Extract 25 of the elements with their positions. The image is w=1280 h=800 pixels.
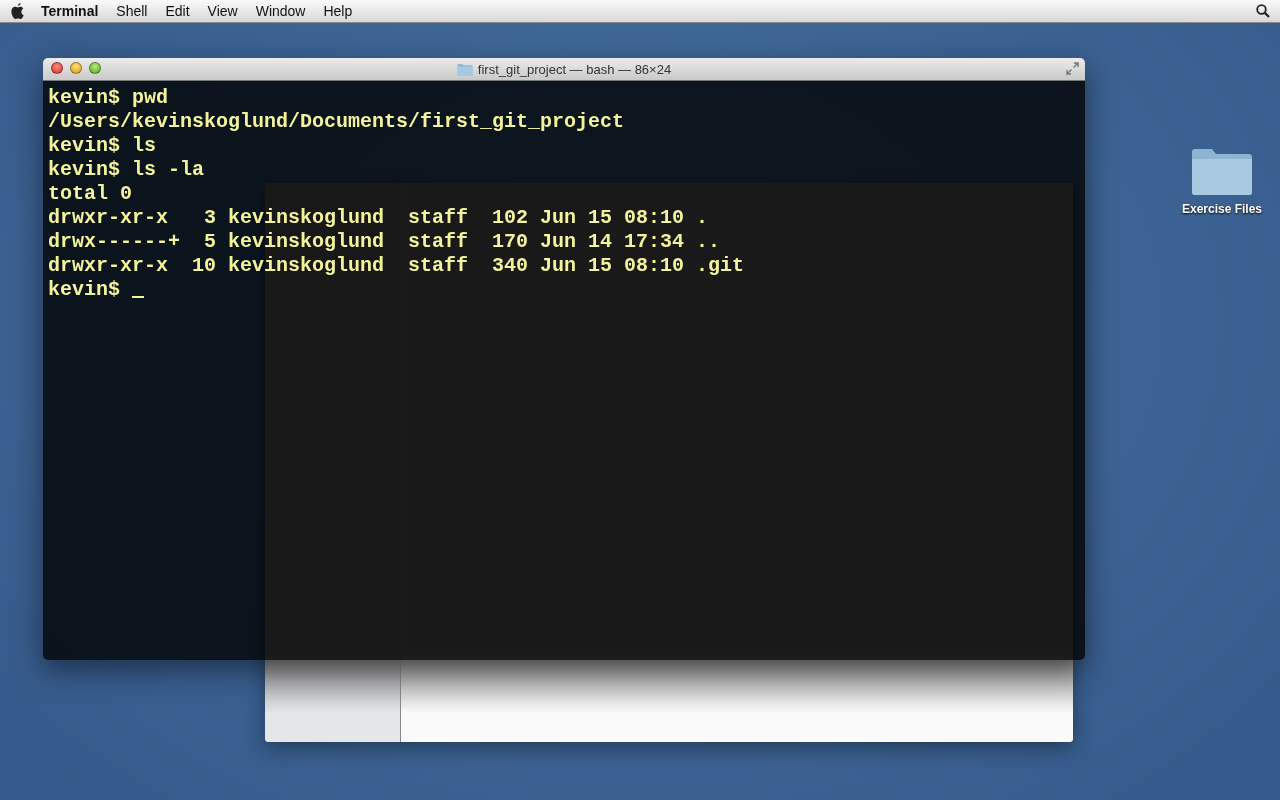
icon-label[interactable]: Exercise Files [1181, 202, 1263, 216]
menu-item[interactable]: Window [246, 3, 315, 19]
terminal-line: kevin$ [48, 278, 121, 302]
menu-item[interactable]: View [198, 3, 247, 19]
zoom-button[interactable] [89, 62, 101, 74]
terminal-line: kevin$ ls [48, 134, 157, 158]
close-button[interactable] [51, 62, 63, 74]
terminal-line: kevin$ pwd [48, 86, 169, 110]
fullscreen-icon[interactable] [1066, 62, 1079, 75]
window-title: first_git_project — bash — 86×24 [477, 61, 672, 77]
terminal-line: drwx------+ 5 kevinskoglund staff 170 Jun 14 17:34 .. [48, 230, 721, 254]
folder-icon [456, 62, 473, 76]
terminal-line: drwxr-xr-x 10 kevinskoglund staff 340 Jun 15 08:10 .git [48, 254, 745, 278]
search-icon[interactable] [1256, 4, 1270, 18]
minimize-button[interactable] [70, 62, 82, 74]
terminal-line: total 0 [48, 182, 132, 206]
menu-item[interactable]: Terminal [32, 3, 108, 19]
folder-icon [1190, 146, 1254, 196]
terminal-line: /Users/kevinskoglund/Documents/first_git_project [48, 110, 625, 134]
menu-item[interactable]: Edit [156, 3, 199, 19]
terminal-line: drwxr-xr-x 3 kevinskoglund staff 102 Jun 15 08:10 . [48, 206, 709, 230]
menu-item[interactable]: Help [314, 3, 362, 19]
terminal-line: kevin$ ls -la [48, 158, 205, 182]
menu-item[interactable]: Shell [107, 3, 157, 19]
apple-icon[interactable] [10, 2, 26, 20]
